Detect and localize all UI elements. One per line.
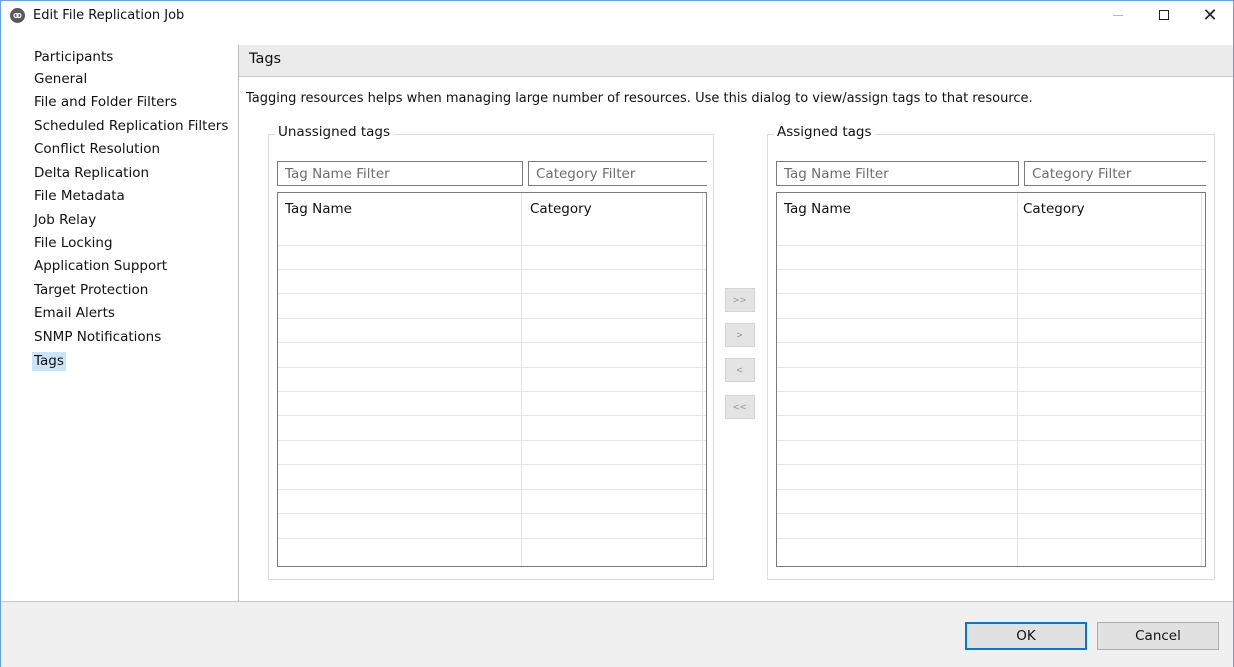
window-controls: ✕ — [1095, 1, 1233, 29]
sidebar-item-email-alerts[interactable]: Email Alerts — [32, 304, 117, 323]
app-logo-icon — [10, 7, 25, 23]
ok-button[interactable]: OK — [965, 622, 1087, 650]
column-divider — [1017, 193, 1018, 566]
table-row — [777, 318, 1205, 319]
table-row — [777, 245, 1205, 246]
assigned-tags-label: Assigned tags — [774, 124, 875, 140]
sidebar-item-file-locking[interactable]: File Locking — [32, 234, 115, 253]
sidebar-item-application-support[interactable]: Application Support — [32, 257, 169, 276]
table-row — [777, 269, 1205, 270]
unassigned-tag-name-filter[interactable] — [277, 161, 523, 186]
table-row — [777, 538, 1205, 539]
sidebar-item-snmp-notifications[interactable]: SNMP Notifications — [32, 328, 163, 347]
sidebar-item-target-protection[interactable]: Target Protection — [32, 281, 150, 300]
sidebar-item-general[interactable]: General — [32, 70, 89, 89]
table-row — [777, 293, 1205, 294]
assigned-tags-table[interactable]: Tag Name Category — [776, 192, 1206, 567]
assigned-col-category[interactable]: Category — [1023, 201, 1085, 217]
minimize-icon[interactable] — [1095, 1, 1141, 29]
title-bar[interactable]: Edit File Replication Job ✕ — [1, 1, 1233, 29]
assigned-tag-name-filter[interactable] — [776, 161, 1019, 186]
column-divider — [521, 193, 522, 566]
section-header: Tags — [239, 45, 1233, 77]
assigned-col-tag-name[interactable]: Tag Name — [784, 201, 851, 217]
sidebar-item-participants[interactable]: Participants — [32, 48, 115, 67]
assigned-category-filter[interactable] — [1024, 161, 1206, 186]
remove-button[interactable]: < — [725, 358, 755, 382]
table-row — [278, 513, 706, 514]
sidebar-item-file-metadata[interactable]: File Metadata — [32, 187, 127, 206]
table-row — [278, 245, 706, 246]
unassigned-tags-label: Unassigned tags — [275, 124, 393, 140]
table-row — [777, 367, 1205, 368]
sidebar-item-job-relay[interactable]: Job Relay — [32, 211, 98, 230]
table-row — [777, 489, 1205, 490]
table-edge — [1201, 193, 1205, 566]
table-row — [278, 415, 706, 416]
table-row — [278, 367, 706, 368]
table-row — [777, 513, 1205, 514]
table-row — [777, 391, 1205, 392]
table-row — [278, 342, 706, 343]
table-row — [278, 489, 706, 490]
table-edge — [702, 193, 706, 566]
table-row — [278, 269, 706, 270]
table-row — [278, 318, 706, 319]
dialog-window: Edit File Replication Job ✕ Participants… — [0, 0, 1234, 667]
unassigned-col-category[interactable]: Category — [530, 201, 592, 217]
close-icon[interactable]: ✕ — [1187, 1, 1233, 29]
table-row — [278, 293, 706, 294]
remove-all-button[interactable]: << — [725, 395, 755, 419]
unassigned-tags-table[interactable]: Tag Name Category — [277, 192, 707, 567]
add-button[interactable]: > — [725, 323, 755, 347]
dialog-footer: OK Cancel — [1, 601, 1233, 667]
sidebar-item-conflict-resolution[interactable]: Conflict Resolution — [32, 140, 162, 159]
table-row — [278, 391, 706, 392]
table-row — [278, 538, 706, 539]
sidebar-item-tags[interactable]: Tags — [32, 352, 66, 371]
add-all-button[interactable]: >> — [725, 288, 755, 312]
window-title: Edit File Replication Job — [33, 7, 185, 23]
unassigned-col-tag-name[interactable]: Tag Name — [285, 201, 352, 217]
description-text: Tagging resources helps when managing la… — [246, 91, 1033, 106]
unassigned-category-filter[interactable] — [528, 161, 707, 186]
sidebar-item-delta-replication[interactable]: Delta Replication — [32, 164, 151, 183]
cancel-button[interactable]: Cancel — [1097, 622, 1219, 650]
sidebar-nav: Participants General File and Folder Fil… — [1, 45, 239, 601]
maximize-icon[interactable] — [1141, 1, 1187, 29]
table-row — [777, 415, 1205, 416]
page-title: Tags — [249, 51, 282, 67]
table-row — [777, 440, 1205, 441]
table-row — [278, 464, 706, 465]
sidebar-item-scheduled-replication-filters[interactable]: Scheduled Replication Filters — [32, 117, 230, 136]
table-row — [777, 342, 1205, 343]
sidebar-item-file-and-folder-filters[interactable]: File and Folder Filters — [32, 93, 179, 112]
table-row — [777, 464, 1205, 465]
table-row — [278, 440, 706, 441]
